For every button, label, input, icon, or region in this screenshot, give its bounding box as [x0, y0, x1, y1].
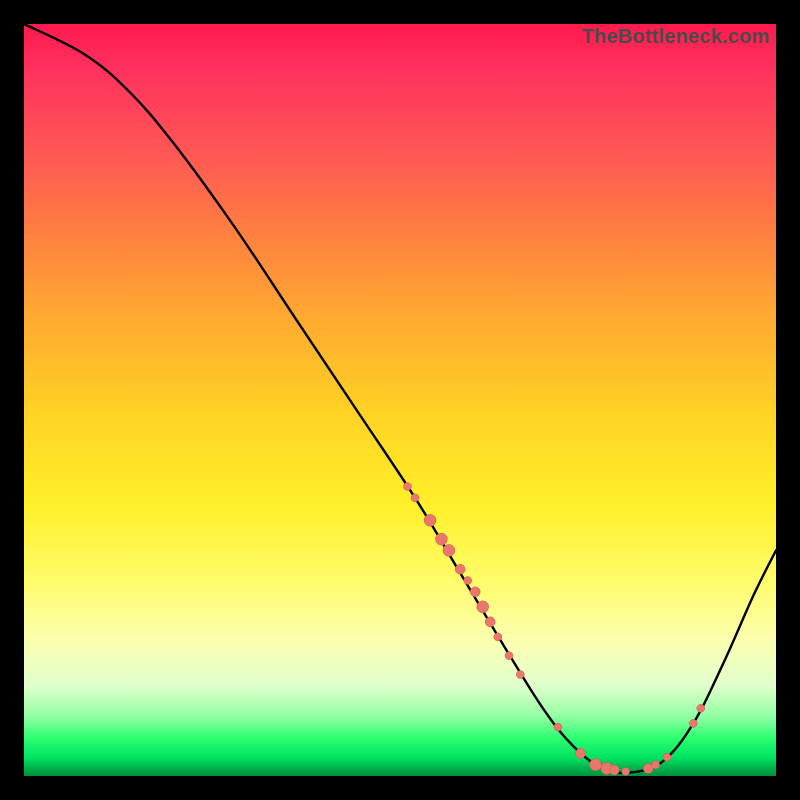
highlighted-point: [411, 494, 419, 502]
highlighted-point: [663, 753, 671, 761]
highlighted-point: [689, 719, 697, 727]
highlighted-point: [464, 577, 472, 585]
bottleneck-curve-svg: [24, 24, 776, 776]
highlighted-point: [404, 483, 412, 491]
highlighted-point: [455, 564, 465, 574]
highlighted-point: [554, 723, 562, 731]
bottleneck-curve: [24, 24, 776, 773]
highlighted-point: [494, 633, 502, 641]
highlighted-point: [470, 587, 480, 597]
highlighted-point: [652, 761, 660, 769]
chart-area: TheBottleneck.com: [24, 24, 776, 776]
highlighted-point: [516, 671, 524, 679]
highlighted-point: [477, 601, 489, 613]
highlighted-point: [576, 748, 586, 758]
highlighted-point: [590, 759, 602, 771]
highlighted-points-group: [404, 483, 705, 776]
highlighted-point: [443, 544, 455, 556]
highlighted-point: [485, 617, 495, 627]
highlighted-point: [435, 533, 447, 545]
highlighted-point: [622, 768, 630, 776]
highlighted-point: [424, 514, 436, 526]
highlighted-point: [697, 704, 705, 712]
highlighted-point: [505, 652, 513, 660]
highlighted-point: [609, 765, 619, 775]
